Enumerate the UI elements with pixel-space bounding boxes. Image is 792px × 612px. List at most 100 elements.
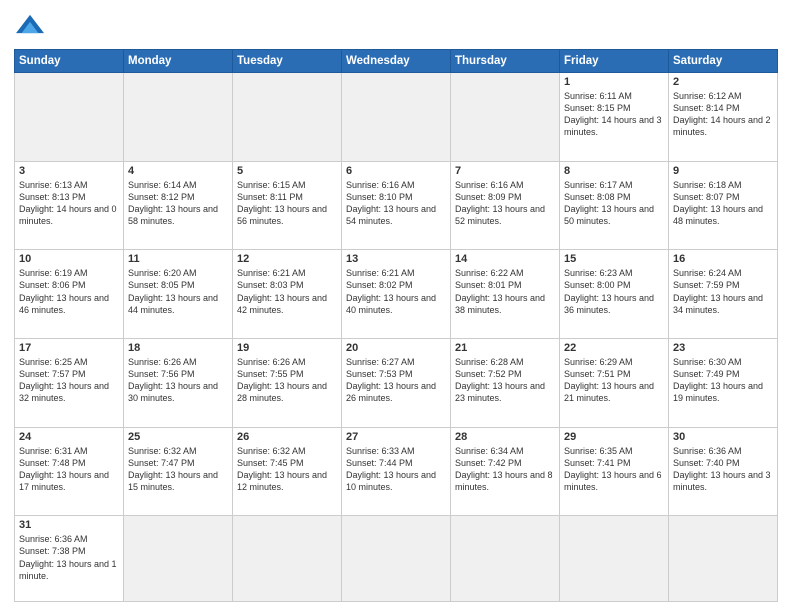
day-info: Sunrise: 6:19 AM Sunset: 8:06 PM Dayligh… xyxy=(19,267,119,316)
day-info: Sunrise: 6:34 AM Sunset: 7:42 PM Dayligh… xyxy=(455,445,555,494)
day-info: Sunrise: 6:32 AM Sunset: 7:45 PM Dayligh… xyxy=(237,445,337,494)
weekday-header-friday: Friday xyxy=(560,50,669,73)
day-number: 2 xyxy=(673,76,773,88)
day-number: 15 xyxy=(564,253,664,265)
calendar-cell: 6Sunrise: 6:16 AM Sunset: 8:10 PM Daylig… xyxy=(342,161,451,250)
calendar-cell: 31 Sunrise: 6:36 AM Sunset: 7:38 PM Dayli… xyxy=(15,516,124,602)
day-info: Sunrise: 6:32 AM Sunset: 7:47 PM Dayligh… xyxy=(128,445,228,494)
day-info: Sunrise: 6:14 AM Sunset: 8:12 PM Dayligh… xyxy=(128,179,228,228)
day-info: Sunrise: 6:31 AM Sunset: 7:48 PM Dayligh… xyxy=(19,445,119,494)
day-number: 3 xyxy=(19,165,119,177)
weekday-header-monday: Monday xyxy=(124,50,233,73)
day-info: Sunrise: 6:21 AM Sunset: 8:03 PM Dayligh… xyxy=(237,267,337,316)
calendar-cell xyxy=(560,516,669,602)
weekday-header-tuesday: Tuesday xyxy=(233,50,342,73)
day-info: Sunrise: 6:11 AM Sunset: 8:15 PM Dayligh… xyxy=(564,90,664,139)
day-info: Sunrise: 6:20 AM Sunset: 8:05 PM Dayligh… xyxy=(128,267,228,316)
calendar-cell: 3 Sunrise: 6:13 AM Sunset: 8:13 PM Daylig… xyxy=(15,161,124,250)
calendar-cell xyxy=(124,516,233,602)
calendar-cell xyxy=(669,516,778,602)
calendar-cell: 11 Sunrise: 6:20 AM Sunset: 8:05 PM Dayli… xyxy=(124,250,233,339)
calendar-table: SundayMondayTuesdayWednesdayThursdayFrid… xyxy=(14,49,778,602)
calendar-cell: 2 Sunrise: 6:12 AM Sunset: 8:14 PM Daylig… xyxy=(669,73,778,162)
calendar-cell xyxy=(15,73,124,162)
calendar-cell: 26 Sunrise: 6:32 AM Sunset: 7:45 PM Dayli… xyxy=(233,427,342,516)
calendar-cell: 27 Sunrise: 6:33 AM Sunset: 7:44 PM Dayli… xyxy=(342,427,451,516)
day-info: Sunrise: 6:27 AM Sunset: 7:53 PM Dayligh… xyxy=(346,356,446,405)
day-number: 1 xyxy=(564,76,664,88)
calendar-cell: 28Sunrise: 6:34 AM Sunset: 7:42 PM Dayli… xyxy=(451,427,560,516)
calendar-cell: 18Sunrise: 6:26 AM Sunset: 7:56 PM Dayli… xyxy=(124,338,233,427)
calendar-cell xyxy=(233,516,342,602)
calendar-week-0: 1 Sunrise: 6:11 AM Sunset: 8:15 PM Daylig… xyxy=(15,73,778,162)
calendar-cell: 12 Sunrise: 6:21 AM Sunset: 8:03 PM Dayli… xyxy=(233,250,342,339)
day-number: 27 xyxy=(346,431,446,443)
day-info: Sunrise: 6:16 AM Sunset: 8:09 PM Dayligh… xyxy=(455,179,555,228)
day-number: 6 xyxy=(346,165,446,177)
day-number: 22 xyxy=(564,342,664,354)
day-info: Sunrise: 6:12 AM Sunset: 8:14 PM Dayligh… xyxy=(673,90,773,139)
day-info: Sunrise: 6:36 AM Sunset: 7:40 PM Dayligh… xyxy=(673,445,773,494)
calendar-week-4: 24 Sunrise: 6:31 AM Sunset: 7:48 PM Dayli… xyxy=(15,427,778,516)
day-info: Sunrise: 6:25 AM Sunset: 7:57 PM Dayligh… xyxy=(19,356,119,405)
day-number: 9 xyxy=(673,165,773,177)
day-number: 26 xyxy=(237,431,337,443)
day-number: 31 xyxy=(19,519,119,531)
calendar-cell xyxy=(233,73,342,162)
calendar-cell: 16Sunrise: 6:24 AM Sunset: 7:59 PM Dayli… xyxy=(669,250,778,339)
calendar-cell: 19 Sunrise: 6:26 AM Sunset: 7:55 PM Dayli… xyxy=(233,338,342,427)
calendar-cell: 8Sunrise: 6:17 AM Sunset: 8:08 PM Daylig… xyxy=(560,161,669,250)
day-number: 13 xyxy=(346,253,446,265)
logo-icon xyxy=(16,10,44,38)
calendar-cell: 10Sunrise: 6:19 AM Sunset: 8:06 PM Dayli… xyxy=(15,250,124,339)
calendar-cell xyxy=(451,516,560,602)
day-info: Sunrise: 6:18 AM Sunset: 8:07 PM Dayligh… xyxy=(673,179,773,228)
day-number: 11 xyxy=(128,253,228,265)
calendar-week-3: 17 Sunrise: 6:25 AM Sunset: 7:57 PM Dayli… xyxy=(15,338,778,427)
day-info: Sunrise: 6:29 AM Sunset: 7:51 PM Dayligh… xyxy=(564,356,664,405)
weekday-header-row: SundayMondayTuesdayWednesdayThursdayFrid… xyxy=(15,50,778,73)
day-info: Sunrise: 6:13 AM Sunset: 8:13 PM Dayligh… xyxy=(19,179,119,228)
day-info: Sunrise: 6:26 AM Sunset: 7:55 PM Dayligh… xyxy=(237,356,337,405)
day-number: 5 xyxy=(237,165,337,177)
calendar-cell: 1 Sunrise: 6:11 AM Sunset: 8:15 PM Daylig… xyxy=(560,73,669,162)
calendar-cell: 21Sunrise: 6:28 AM Sunset: 7:52 PM Dayli… xyxy=(451,338,560,427)
calendar-cell: 9 Sunrise: 6:18 AM Sunset: 8:07 PM Daylig… xyxy=(669,161,778,250)
day-info: Sunrise: 6:35 AM Sunset: 7:41 PM Dayligh… xyxy=(564,445,664,494)
day-info: Sunrise: 6:22 AM Sunset: 8:01 PM Dayligh… xyxy=(455,267,555,316)
day-info: Sunrise: 6:33 AM Sunset: 7:44 PM Dayligh… xyxy=(346,445,446,494)
day-number: 17 xyxy=(19,342,119,354)
day-info: Sunrise: 6:21 AM Sunset: 8:02 PM Dayligh… xyxy=(346,267,446,316)
calendar-cell: 24 Sunrise: 6:31 AM Sunset: 7:48 PM Dayli… xyxy=(15,427,124,516)
calendar-cell: 5 Sunrise: 6:15 AM Sunset: 8:11 PM Daylig… xyxy=(233,161,342,250)
calendar-cell: 4Sunrise: 6:14 AM Sunset: 8:12 PM Daylig… xyxy=(124,161,233,250)
calendar-cell xyxy=(342,516,451,602)
day-number: 20 xyxy=(346,342,446,354)
day-info: Sunrise: 6:28 AM Sunset: 7:52 PM Dayligh… xyxy=(455,356,555,405)
weekday-header-sunday: Sunday xyxy=(15,50,124,73)
calendar-week-2: 10Sunrise: 6:19 AM Sunset: 8:06 PM Dayli… xyxy=(15,250,778,339)
day-number: 23 xyxy=(673,342,773,354)
calendar-cell: 15 Sunrise: 6:23 AM Sunset: 8:00 PM Dayli… xyxy=(560,250,669,339)
day-info: Sunrise: 6:24 AM Sunset: 7:59 PM Dayligh… xyxy=(673,267,773,316)
day-number: 19 xyxy=(237,342,337,354)
header xyxy=(14,10,778,43)
day-number: 24 xyxy=(19,431,119,443)
day-info: Sunrise: 6:30 AM Sunset: 7:49 PM Dayligh… xyxy=(673,356,773,405)
calendar-cell xyxy=(342,73,451,162)
day-info: Sunrise: 6:26 AM Sunset: 7:56 PM Dayligh… xyxy=(128,356,228,405)
day-info: Sunrise: 6:15 AM Sunset: 8:11 PM Dayligh… xyxy=(237,179,337,228)
day-info: Sunrise: 6:23 AM Sunset: 8:00 PM Dayligh… xyxy=(564,267,664,316)
day-info: Sunrise: 6:36 AM Sunset: 7:38 PM Dayligh… xyxy=(19,533,119,582)
calendar-cell: 17 Sunrise: 6:25 AM Sunset: 7:57 PM Dayli… xyxy=(15,338,124,427)
calendar-week-5: 31 Sunrise: 6:36 AM Sunset: 7:38 PM Dayli… xyxy=(15,516,778,602)
calendar-cell: 7Sunrise: 6:16 AM Sunset: 8:09 PM Daylig… xyxy=(451,161,560,250)
weekday-header-wednesday: Wednesday xyxy=(342,50,451,73)
calendar-cell xyxy=(124,73,233,162)
page: SundayMondayTuesdayWednesdayThursdayFrid… xyxy=(0,0,792,612)
weekday-header-saturday: Saturday xyxy=(669,50,778,73)
day-number: 12 xyxy=(237,253,337,265)
day-number: 30 xyxy=(673,431,773,443)
day-info: Sunrise: 6:17 AM Sunset: 8:08 PM Dayligh… xyxy=(564,179,664,228)
calendar-cell: 14Sunrise: 6:22 AM Sunset: 8:01 PM Dayli… xyxy=(451,250,560,339)
